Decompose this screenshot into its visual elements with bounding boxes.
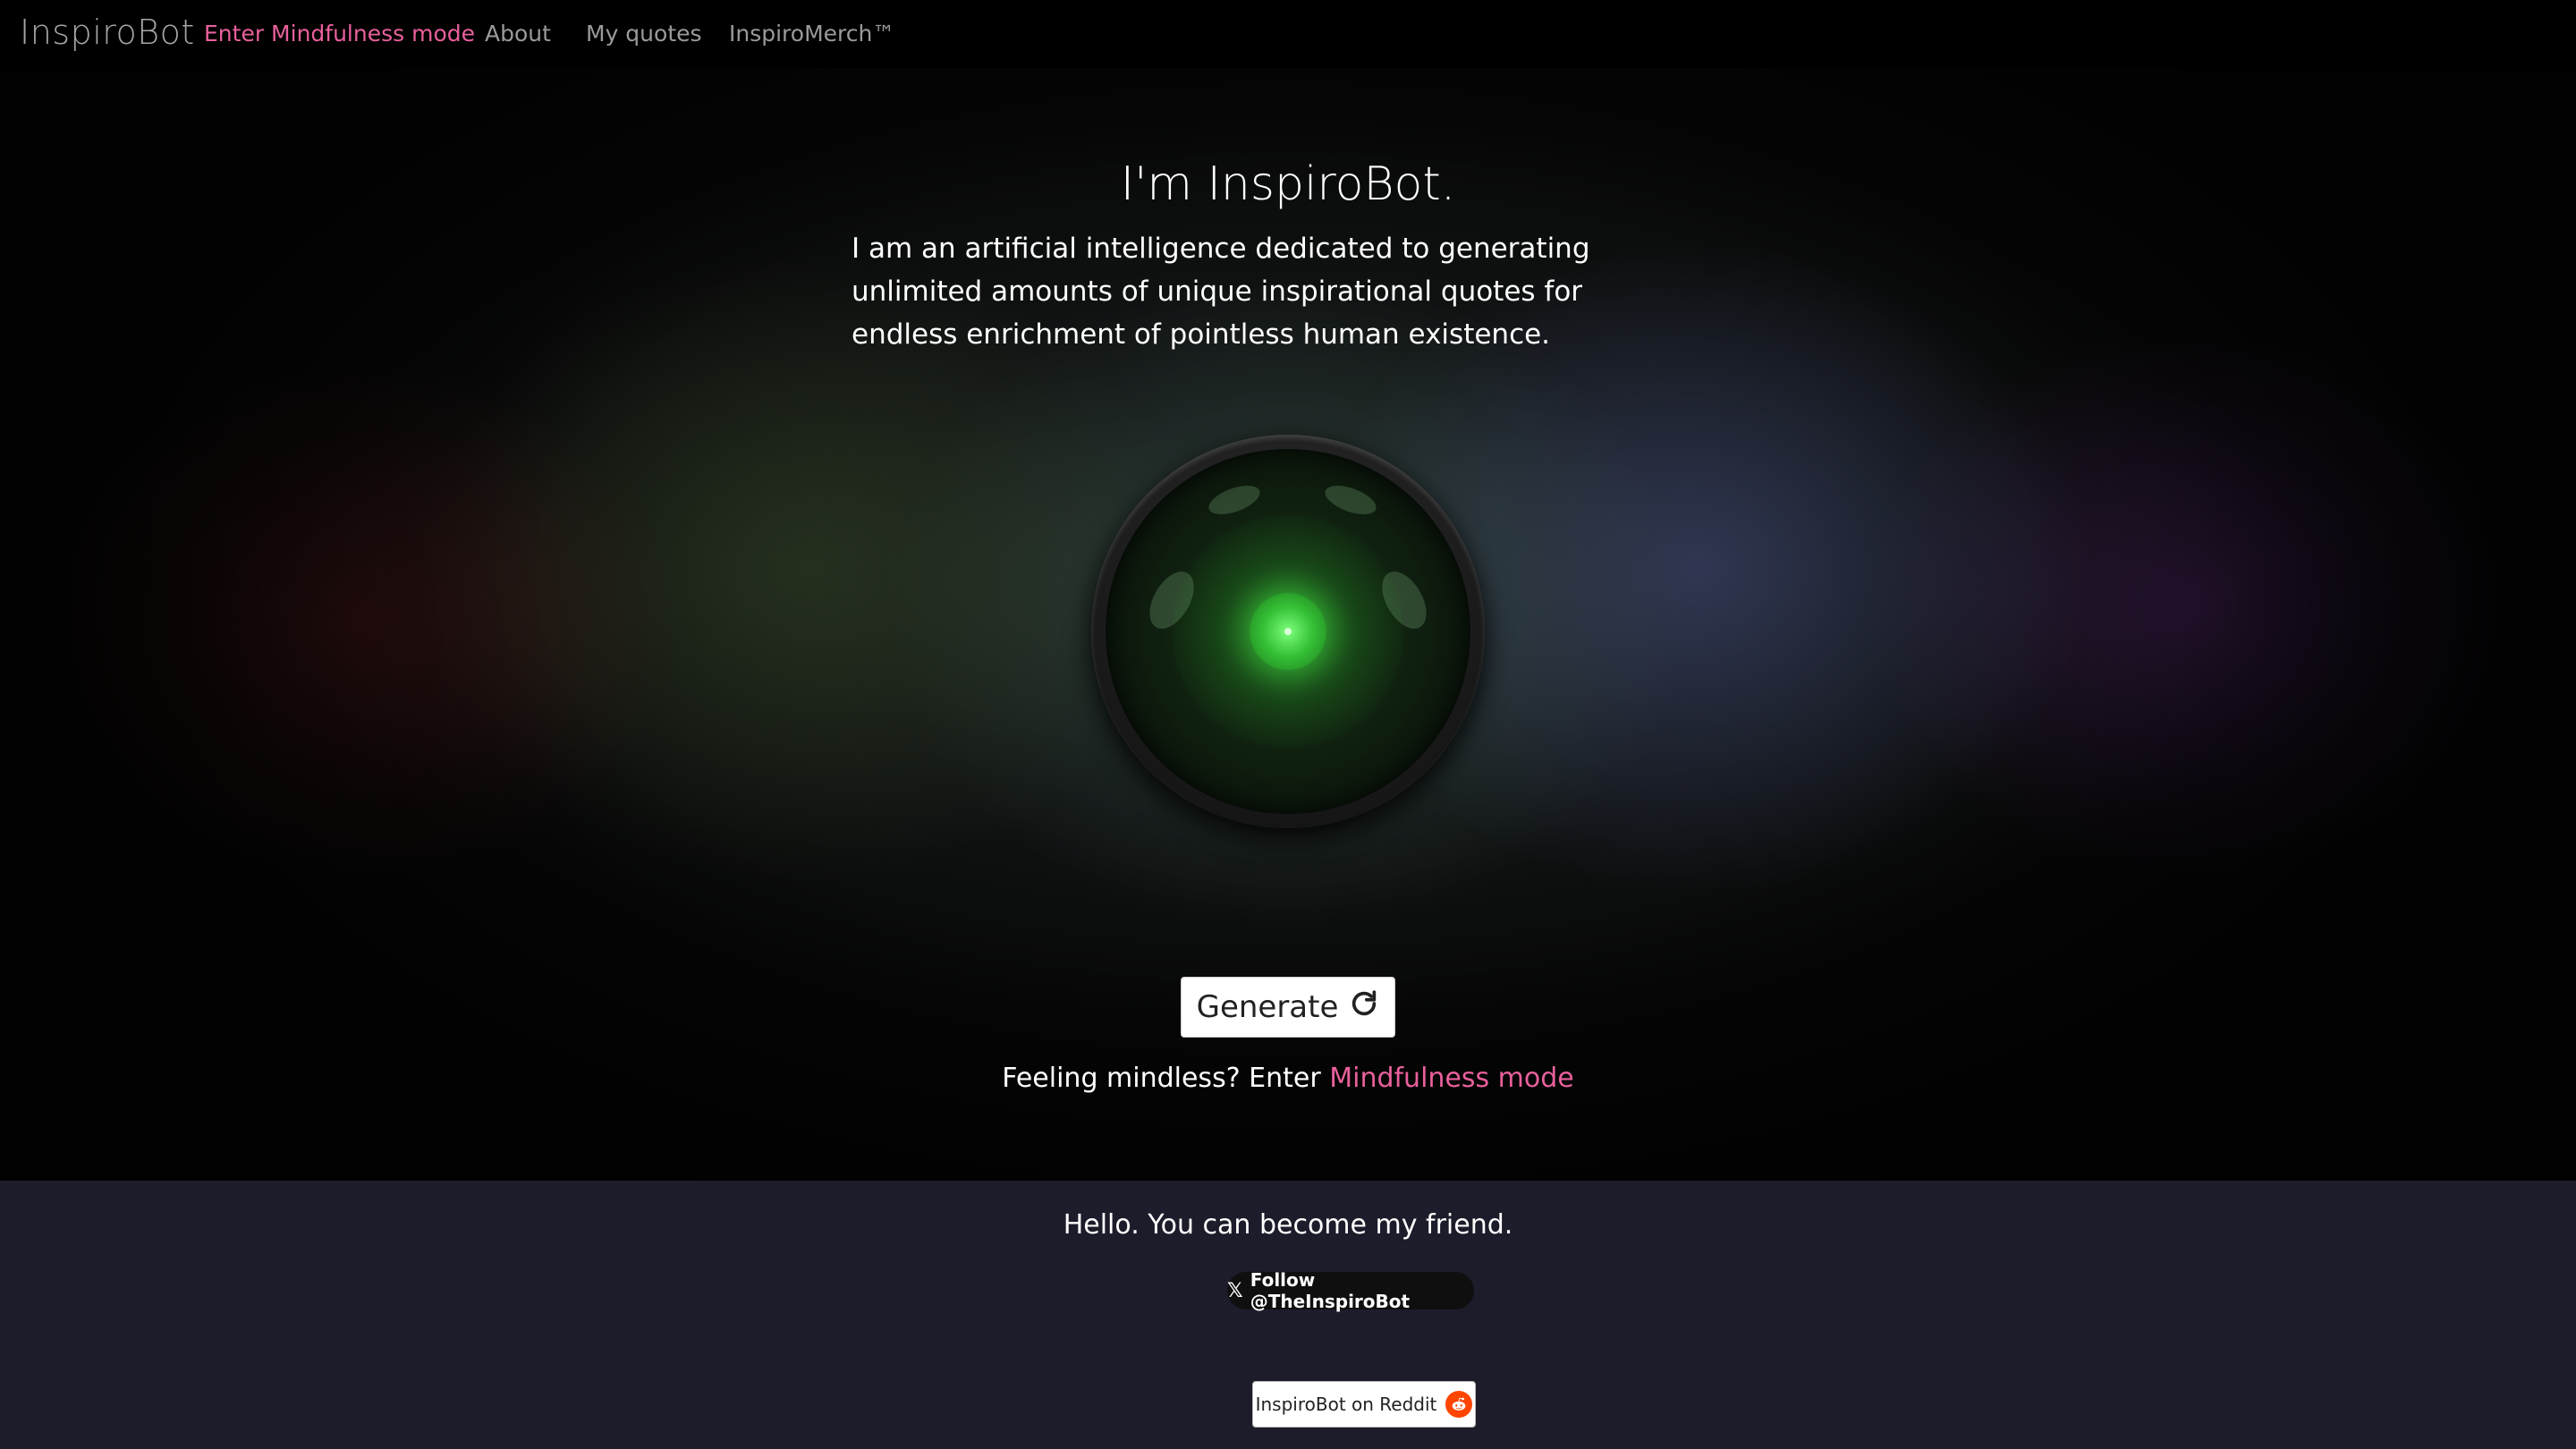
mindfulness-prompt: Feeling mindless? Enter Mindfulness mode <box>0 1063 2576 1094</box>
x-follow-button[interactable]: 𝕏 Follow @TheInspiroBot <box>1227 1269 1474 1312</box>
hero-title: I'm InspiroBot. <box>1120 157 1456 211</box>
nav-mindfulness-link[interactable]: Enter Mindfulness mode <box>204 21 475 47</box>
nav-about-link[interactable]: About <box>485 21 551 47</box>
brand-logo[interactable]: InspiroBot <box>20 13 195 52</box>
x-logo-icon: 𝕏 <box>1227 1279 1243 1302</box>
reddit-button[interactable]: InspiroBot on Reddit <box>1252 1381 1476 1428</box>
mindfulness-mode-link[interactable]: Mindfulness mode <box>1329 1063 1574 1094</box>
hero-section: I'm InspiroBot. I am an artificial intel… <box>0 68 2576 1181</box>
footer: Hello. You can become my friend. 𝕏 Follo… <box>0 1181 2576 1449</box>
reddit-label: InspiroBot on Reddit <box>1255 1394 1437 1415</box>
nav-inspiromerch-link[interactable]: InspiroMerch™ <box>729 21 894 47</box>
generate-button[interactable]: Generate <box>1181 977 1395 1038</box>
refresh-icon <box>1349 988 1379 1027</box>
robot-eye-image <box>1091 435 1485 828</box>
friend-text: Hello. You can become my friend. <box>1063 1209 1513 1241</box>
nav-my-quotes-link[interactable]: My quotes <box>586 21 702 47</box>
x-follow-label: Follow @TheInspiroBot <box>1250 1269 1411 1312</box>
generate-label: Generate <box>1196 989 1339 1025</box>
hero-description: I am an artificial intelligence dedicate… <box>852 233 1590 351</box>
reddit-icon <box>1445 1391 1473 1418</box>
top-navbar: InspiroBot Enter Mindfulness mode About … <box>0 0 2576 68</box>
mindfulness-prompt-text: Feeling mindless? Enter <box>1002 1063 1330 1094</box>
